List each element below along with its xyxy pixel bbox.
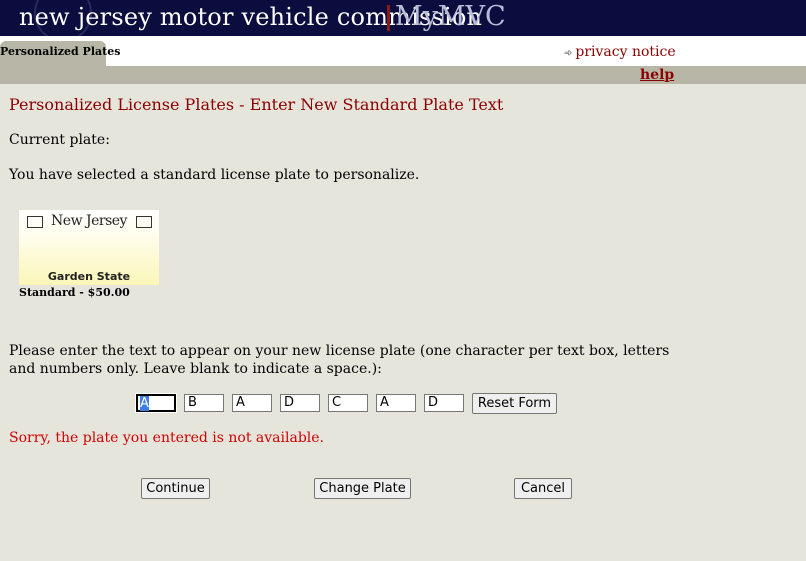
page-title: Personalized License Plates - Enter New …: [9, 95, 503, 114]
cancel-button[interactable]: Cancel: [514, 478, 572, 499]
current-plate-row: Current plate:: [9, 132, 110, 148]
mymvc-brand: MyMVC: [395, 1, 506, 32]
plate-caption: Standard - $50.00: [19, 286, 130, 299]
current-plate-label: Current plate:: [9, 132, 110, 148]
plate-char-input-6[interactable]: A: [376, 394, 416, 412]
error-message: Sorry, the plate you entered is not avai…: [9, 430, 324, 446]
instructions-text: Please enter the text to appear on your …: [9, 343, 670, 377]
title-separator: [387, 5, 390, 31]
tab-personalized-plates[interactable]: Personalized Plates: [0, 41, 120, 66]
help-link[interactable]: help: [640, 67, 674, 83]
page-title-main: Personalized License Plates: [9, 95, 235, 114]
plate-char-input-2[interactable]: B: [184, 394, 224, 412]
change-plate-button[interactable]: Change Plate: [314, 478, 411, 499]
plate-char-input-4[interactable]: D: [280, 394, 320, 412]
plate-state-name: New Jersey: [51, 213, 127, 229]
nav-bar: help: [0, 66, 806, 84]
plate-char-input-7[interactable]: D: [424, 394, 464, 412]
plate-char-1-value: A: [140, 396, 149, 411]
tab-row: Personalized Plates ➾ privacy notice: [0, 36, 806, 66]
page-title-sub: Enter New Standard Plate Text: [249, 95, 504, 114]
arrow-icon: ➾: [564, 48, 573, 59]
plate-image: New Jersey Garden State: [19, 210, 159, 285]
site-banner: new jersey motor vehicle commission MyMV…: [0, 0, 806, 36]
selected-plate-text: You have selected a standard license pla…: [9, 167, 420, 183]
plate-char-input-1[interactable]: A: [135, 393, 177, 413]
continue-button[interactable]: Continue: [141, 478, 210, 499]
plate-char-input-3[interactable]: A: [232, 394, 272, 412]
page-title-separator: -: [234, 95, 250, 114]
privacy-notice-label: privacy notice: [575, 44, 676, 60]
plate-char-input-5[interactable]: C: [328, 394, 368, 412]
plate-slogan: Garden State: [47, 270, 131, 283]
reset-form-button[interactable]: Reset Form: [472, 393, 557, 414]
privacy-notice-link[interactable]: ➾ privacy notice: [564, 44, 676, 60]
